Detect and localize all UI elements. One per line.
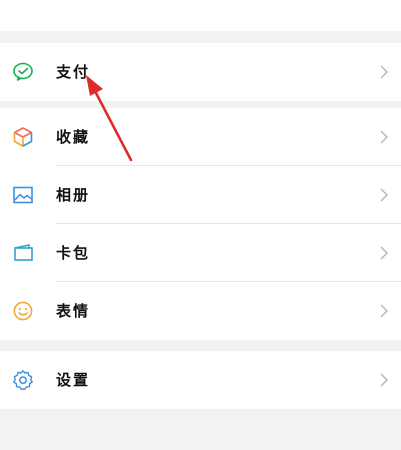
- menu-item-pay-label: 支付: [56, 63, 91, 81]
- menu-item-stickers-label: 表情: [56, 302, 91, 320]
- menu-item-stickers[interactable]: 表情: [0, 282, 401, 340]
- menu-item-favorites[interactable]: 收藏: [0, 108, 401, 166]
- menu-item-album-label: 相册: [56, 186, 91, 204]
- menu-item-favorites-label: 收藏: [56, 128, 91, 146]
- chevron-right-icon: [379, 129, 389, 145]
- top-strip: [0, 0, 401, 31]
- menu-item-cards[interactable]: 卡包: [0, 224, 401, 282]
- chevron-right-icon: [379, 64, 389, 80]
- pay-group: 支付: [0, 43, 401, 101]
- chevron-right-icon: [379, 303, 389, 319]
- settings-group: 设置: [0, 351, 401, 409]
- wechat-pay-icon: [12, 61, 34, 83]
- chevron-right-icon: [379, 372, 389, 388]
- menu-item-album[interactable]: 相册: [0, 166, 401, 224]
- gear-icon: [12, 369, 34, 391]
- services-group: 收藏 相册 卡包 表情: [0, 108, 401, 340]
- menu-item-settings[interactable]: 设置: [0, 351, 401, 409]
- favorites-cube-icon: [12, 126, 34, 148]
- chevron-right-icon: [379, 187, 389, 203]
- menu-item-cards-label: 卡包: [56, 244, 91, 262]
- menu-item-pay[interactable]: 支付: [0, 43, 401, 101]
- album-icon: [12, 184, 34, 206]
- card-wallet-icon: [12, 242, 34, 264]
- sticker-smile-icon: [12, 300, 34, 322]
- menu-item-settings-label: 设置: [56, 371, 91, 389]
- chevron-right-icon: [379, 245, 389, 261]
